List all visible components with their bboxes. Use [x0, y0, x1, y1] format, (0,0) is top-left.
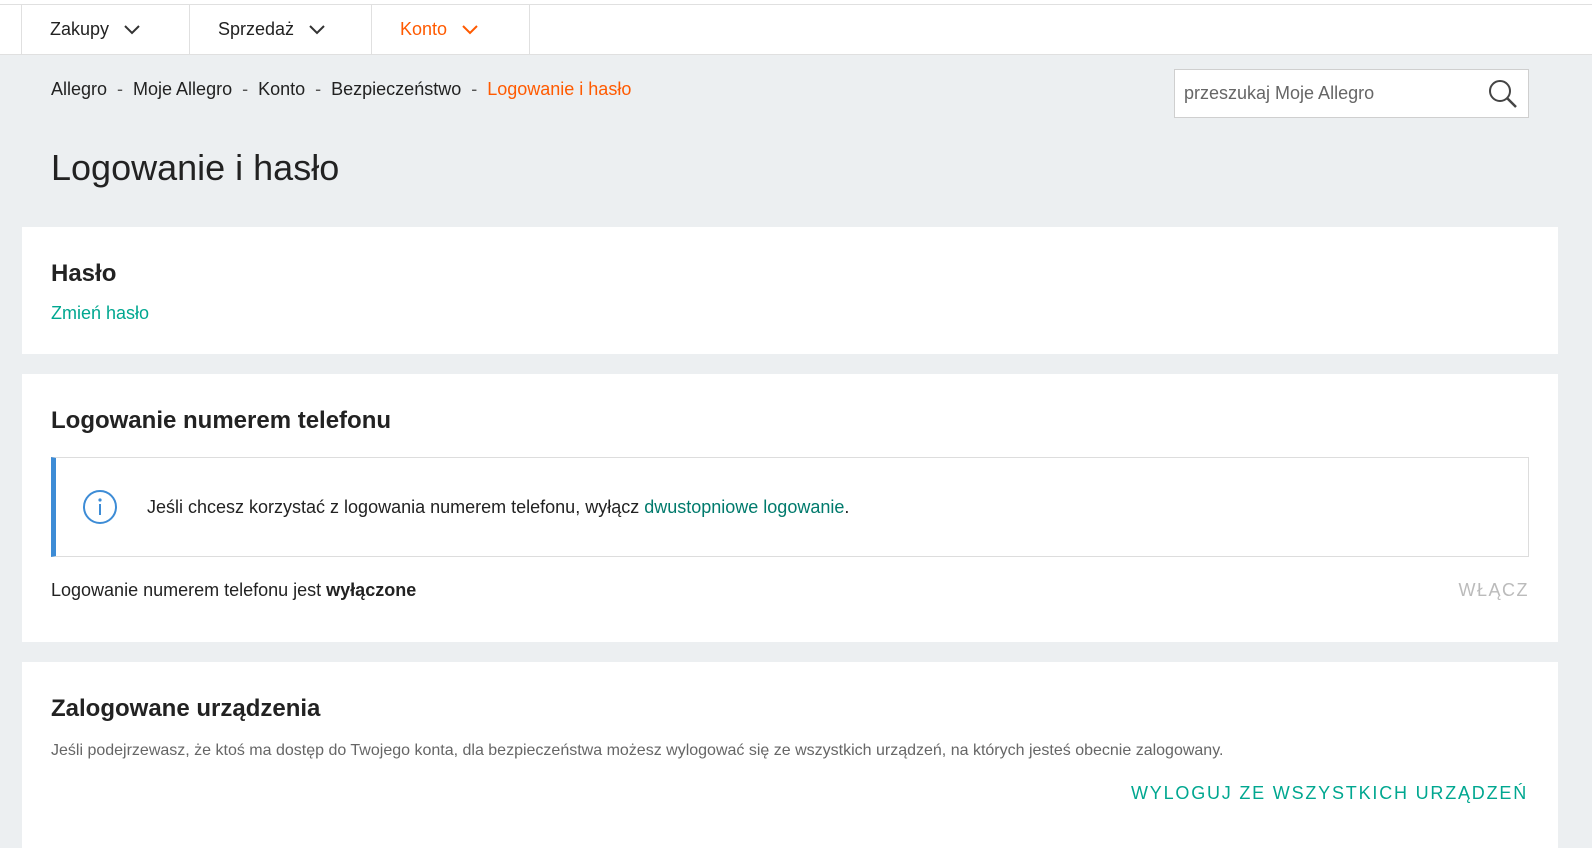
breadcrumb-item-konto[interactable]: Konto: [258, 79, 305, 100]
nav-item-label: Sprzedaż: [218, 19, 295, 39]
devices-card: Zalogowane urządzenia Jeśli podejrzewasz…: [22, 662, 1558, 848]
two-step-login-link[interactable]: dwustopniowe logowanie: [644, 497, 844, 517]
phone-login-status-row: Logowanie numerem telefonu jest wyłączon…: [51, 580, 1529, 601]
breadcrumb-separator: -: [471, 79, 478, 99]
search-icon: [1489, 79, 1517, 108]
info-icon: [83, 490, 117, 524]
header-row: Allegro - Moje Allegro - Konto - Bezpiec…: [0, 55, 1592, 125]
password-section-title: Hasło: [51, 260, 117, 287]
breadcrumb-item-bezpieczenstwo[interactable]: Bezpieczeństwo: [331, 79, 461, 100]
nav-item-zakupy[interactable]: Zakupy: [22, 5, 190, 54]
password-card: Hasło Zmień hasło: [22, 227, 1558, 354]
breadcrumb-separator: -: [242, 79, 249, 99]
search-button[interactable]: [1478, 70, 1528, 117]
chevron-down-icon: [124, 24, 140, 34]
breadcrumb-item-moje-allegro[interactable]: Moje Allegro: [133, 79, 232, 100]
info-message: Jeśli chcesz korzystać z logowania numer…: [147, 497, 849, 518]
nav-item-konto[interactable]: Konto: [372, 5, 530, 54]
phone-login-card: Logowanie numerem telefonu Jeśli chcesz …: [22, 374, 1558, 642]
devices-section-title: Zalogowane urządzenia: [51, 695, 321, 722]
status-text: Logowanie numerem telefonu jest: [51, 580, 327, 600]
info-text-after: .: [844, 496, 850, 517]
phone-login-section-title: Logowanie numerem telefonu: [51, 407, 392, 434]
search-input[interactable]: [1175, 70, 1478, 117]
phone-login-status: Logowanie numerem telefonu jest wyłączon…: [51, 580, 416, 601]
logout-all-devices-button[interactable]: WYLOGUJ ZE WSZYSTKICH URZĄDZEŃ: [1131, 783, 1528, 804]
nav-item-label: Konto: [400, 19, 448, 39]
search-box: [1174, 69, 1529, 118]
nav-spacer: [0, 5, 22, 54]
breadcrumb-separator: -: [315, 79, 322, 99]
breadcrumb: Allegro - Moje Allegro - Konto - Bezpiec…: [51, 79, 631, 100]
chevron-down-icon: [462, 24, 478, 34]
devices-description: Jeśli podejrzewasz, że ktoś ma dostęp do…: [51, 742, 1224, 759]
info-text-before: Jeśli chcesz korzystać z logowania numer…: [147, 496, 645, 517]
nav-item-label: Zakupy: [50, 19, 110, 39]
breadcrumb-item-allegro[interactable]: Allegro: [51, 79, 107, 100]
nav-item-sprzedaz[interactable]: Sprzedaż: [190, 5, 372, 54]
page-title: Logowanie i hasło: [51, 147, 340, 188]
change-password-link[interactable]: Zmień hasło: [51, 303, 149, 324]
info-box: Jeśli chcesz korzystać z logowania numer…: [51, 457, 1529, 557]
status-value: wyłączone: [326, 580, 417, 600]
enable-phone-login-button[interactable]: WŁĄCZ: [1459, 580, 1530, 601]
breadcrumb-separator: -: [117, 79, 124, 99]
chevron-down-icon: [309, 24, 325, 34]
top-navigation: Zakupy Sprzedaż Konto: [0, 5, 1592, 55]
breadcrumb-current: Logowanie i hasło: [487, 79, 632, 99]
